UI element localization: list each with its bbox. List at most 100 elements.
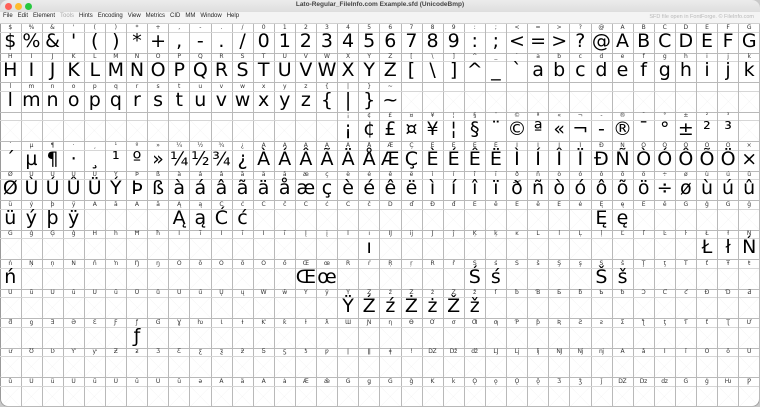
- glyph-cell[interactable]: [147, 112, 170, 143]
- glyph-cell[interactable]: ƞ: [380, 318, 402, 349]
- glyph-cell[interactable]: ÏÏ: [570, 141, 592, 172]
- glyph-cell[interactable]: Ǥ: [337, 377, 360, 407]
- glyph-cell[interactable]: Ƹ: [168, 348, 191, 379]
- glyph-cell[interactable]: ôô: [591, 171, 613, 202]
- glyph-cell[interactable]: ¥ ¥: [422, 112, 444, 143]
- glyph-cell[interactable]: ÆÆ: [380, 141, 402, 172]
- glyph-cell[interactable]: ǒ: [717, 348, 740, 379]
- glyph-cell[interactable]: LL: [84, 53, 107, 84]
- glyph-cell[interactable]: SS: [232, 53, 254, 84]
- glyph-cell[interactable]: ]]: [443, 53, 465, 84]
- glyph-cell[interactable]: òò: [548, 171, 571, 202]
- glyph-cell[interactable]: ư: [0, 348, 22, 379]
- glyph-cell[interactable]: çç: [316, 171, 339, 202]
- glyph-cell[interactable]: ǳ: [654, 377, 677, 407]
- glyph-cell[interactable]: ¯ ¯: [633, 112, 655, 143]
- glyph-cell[interactable]: ǭ: [527, 377, 550, 407]
- glyph-cell[interactable]: ƴ: [84, 348, 107, 379]
- glyph-cell[interactable]: ëë: [401, 171, 423, 202]
- glyph-cell[interactable]: Ʀ: [548, 318, 571, 349]
- glyph-cell[interactable]: 55: [358, 24, 381, 54]
- glyph-cell[interactable]: Ĳ: [380, 230, 402, 261]
- glyph-cell[interactable]: [126, 112, 149, 143]
- menu-view[interactable]: View: [128, 13, 141, 19]
- glyph-cell[interactable]: ǡ: [274, 377, 297, 407]
- glyph-cell[interactable]: ¬ ¬: [570, 112, 592, 143]
- glyph-cell[interactable]: [316, 112, 339, 143]
- glyph-cell[interactable]: µµ: [21, 141, 43, 172]
- glyph-cell[interactable]: ŝ: [527, 259, 550, 290]
- glyph-cell[interactable]: × ×: [738, 141, 760, 172]
- glyph-cell[interactable]: ĆĆ: [211, 200, 233, 231]
- glyph-cell[interactable]: Ŝ: [506, 259, 529, 290]
- glyph-cell[interactable]: [443, 82, 465, 113]
- glyph-cell[interactable]: Ɵ: [401, 318, 423, 349]
- glyph-cell[interactable]: Ŵ: [253, 289, 275, 320]
- glyph-cell[interactable]: ǋ: [570, 348, 592, 379]
- glyph-cell[interactable]: ġ: [21, 230, 43, 261]
- glyph-cell[interactable]: rr: [126, 82, 149, 113]
- glyph-cell[interactable]: Ǭ: [506, 377, 529, 407]
- glyph-cell[interactable]: [168, 112, 191, 143]
- glyph-cell[interactable]: ÎÎ: [548, 141, 571, 172]
- glyph-cell[interactable]: Ũ: [0, 289, 22, 320]
- glyph-cell[interactable]: Ɩ: [211, 318, 233, 349]
- glyph-cell[interactable]: PP: [168, 53, 191, 84]
- glyph-cell[interactable]: ¹¹: [105, 141, 128, 172]
- glyph-cell[interactable]: ī: [232, 230, 254, 261]
- glyph-cell[interactable]: [591, 82, 613, 113]
- glyph-cell[interactable]: [42, 112, 64, 143]
- glyph-cell[interactable]: ď: [401, 200, 423, 231]
- glyph-cell[interactable]: ĭ: [274, 230, 297, 261]
- glyph-cell[interactable]: / /: [232, 24, 254, 54]
- glyph-cell[interactable]: ŏ: [232, 259, 254, 290]
- glyph-cell[interactable]: ĝ: [696, 200, 719, 231]
- glyph-cell[interactable]: yy: [274, 82, 297, 113]
- glyph-cell[interactable]: [253, 112, 275, 143]
- glyph-cell[interactable]: Ĺ: [527, 230, 550, 261]
- glyph-cell[interactable]: cc: [570, 53, 592, 84]
- glyph-cell[interactable]: ńń: [0, 259, 22, 290]
- glyph-cell[interactable]: Ƽ: [253, 348, 275, 379]
- glyph-cell[interactable]: Ƃ: [548, 289, 571, 320]
- glyph-cell[interactable]: ,,: [168, 24, 191, 54]
- glyph-cell[interactable]: îî: [464, 171, 487, 202]
- glyph-cell[interactable]: ýý: [21, 200, 43, 231]
- glyph-cell[interactable]: ƹ: [190, 348, 212, 379]
- glyph-cell[interactable]: jj: [717, 53, 740, 84]
- glyph-cell[interactable]: ¿ ¿: [232, 141, 254, 172]
- glyph-cell[interactable]: ^ ^: [464, 53, 487, 84]
- glyph-cell[interactable]: ƕ: [190, 318, 212, 349]
- glyph-cell[interactable]: ŁŁ: [696, 230, 719, 261]
- glyph-cell[interactable]: [[: [401, 53, 423, 84]
- glyph-cell[interactable]: ƙ: [274, 318, 297, 349]
- glyph-cell[interactable]: Ņ: [21, 259, 43, 290]
- glyph-cell[interactable]: + +: [147, 24, 170, 54]
- glyph-cell[interactable]: ll: [0, 82, 22, 113]
- glyph-cell[interactable]: GG: [738, 24, 760, 54]
- glyph-cell[interactable]: [105, 112, 128, 143]
- glyph-cell[interactable]: Ƥ: [506, 318, 529, 349]
- glyph-cell[interactable]: ĘĘ: [591, 200, 613, 231]
- glyph-cell[interactable]: Ş: [548, 259, 571, 290]
- glyph-cell[interactable]: ŻŻ: [401, 289, 423, 320]
- glyph-cell[interactable]: Ǣ: [295, 377, 318, 407]
- glyph-cell[interactable]: ¾¾: [211, 141, 233, 172]
- glyph-cell[interactable]: CC: [654, 24, 677, 54]
- glyph-cell[interactable]: ĄĄ: [168, 200, 191, 231]
- glyph-cell[interactable]: ¨ ¨: [485, 112, 508, 143]
- glyph-cell[interactable]: ãã: [232, 171, 254, 202]
- glyph-cell[interactable]: ÖÖ: [717, 141, 740, 172]
- glyph-cell[interactable]: Ƈ: [654, 289, 677, 320]
- glyph-cell[interactable]: Ē: [464, 200, 487, 231]
- glyph-cell[interactable]: Ǧ: [380, 377, 402, 407]
- glyph-cell[interactable]: Ə: [63, 318, 85, 349]
- glyph-cell[interactable]: Ǫ: [464, 377, 487, 407]
- glyph-cell[interactable]: åå: [274, 171, 297, 202]
- glyph-cell[interactable]: íí: [443, 171, 465, 202]
- glyph-cell[interactable]: 66: [380, 24, 402, 54]
- glyph-cell[interactable]: ǐ: [675, 348, 698, 379]
- glyph-cell[interactable]: RR: [211, 53, 233, 84]
- glyph-cell[interactable]: øø: [675, 171, 698, 202]
- glyph-cell[interactable]: Ʋ: [42, 348, 64, 379]
